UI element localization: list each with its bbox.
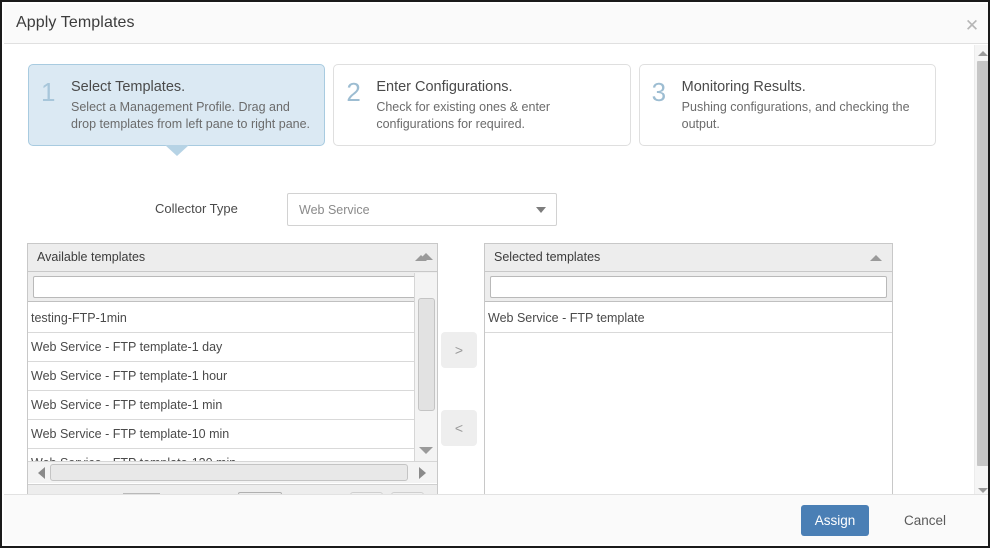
selected-templates-title: Selected templates xyxy=(494,250,601,264)
available-filter-bar xyxy=(28,272,437,302)
collector-type-label: Collector Type xyxy=(155,201,238,216)
step-wizard: 1 Select Templates. Select a Management … xyxy=(28,64,936,156)
list-item[interactable]: Web Service - FTP template-1 day xyxy=(28,333,415,362)
step-3-text: Monitoring Results. Pushing configuratio… xyxy=(678,77,921,133)
list-item[interactable]: Web Service - FTP template-1 hour xyxy=(28,362,415,391)
available-templates-horizontal-scrollbar[interactable] xyxy=(28,461,437,483)
available-templates-list[interactable]: testing-FTP-1min Web Service - FTP templ… xyxy=(28,304,415,464)
selected-filter-bar xyxy=(485,272,892,302)
dialog-titlebar: Apply Templates ✕ xyxy=(4,4,988,44)
available-templates-title: Available templates xyxy=(37,250,146,264)
step-2-title: Enter Configurations. xyxy=(376,79,513,95)
scroll-right-icon[interactable] xyxy=(411,462,433,483)
close-icon[interactable]: ✕ xyxy=(962,16,982,36)
step-1-description: Select a Management Profile. Drag and dr… xyxy=(71,100,311,131)
step-2-number: 2 xyxy=(346,77,361,107)
transfer-buttons: > < xyxy=(441,332,477,446)
dialog-scroll-thumb[interactable] xyxy=(977,61,988,466)
step-1-select-templates[interactable]: 1 Select Templates. Select a Management … xyxy=(28,64,326,156)
dialog-vertical-scrollbar[interactable] xyxy=(974,45,988,498)
list-item[interactable]: Web Service - FTP template-1 min xyxy=(28,391,415,420)
step-1-pointer-icon xyxy=(164,145,189,156)
add-to-selected-button[interactable]: > xyxy=(441,332,477,368)
dialog-footer: Assign Cancel xyxy=(4,494,988,544)
step-3-description: Pushing configurations, and checking the… xyxy=(681,100,910,131)
step-3-title: Monitoring Results. xyxy=(681,79,806,95)
step-1-text: Select Templates. Select a Management Pr… xyxy=(67,77,310,133)
scroll-up-icon[interactable] xyxy=(975,46,988,60)
step-3-monitoring-results[interactable]: 3 Monitoring Results. Pushing configurat… xyxy=(638,64,936,146)
dialog-body: 1 Select Templates. Select a Management … xyxy=(4,45,988,498)
chevron-down-icon xyxy=(536,207,546,213)
cancel-button[interactable]: Cancel xyxy=(890,505,960,536)
remove-from-selected-button[interactable]: < xyxy=(441,410,477,446)
available-templates-search-input[interactable] xyxy=(33,276,432,298)
list-item[interactable]: testing-FTP-1min xyxy=(28,304,415,333)
page-title: Apply Templates xyxy=(16,14,135,31)
collector-type-value: Web Service xyxy=(299,203,370,217)
scroll-down-icon[interactable] xyxy=(415,439,437,461)
apply-templates-dialog: Apply Templates ✕ 1 Select Templates. Se… xyxy=(0,0,990,548)
selected-templates-search-input[interactable] xyxy=(490,276,887,298)
scroll-up-icon[interactable] xyxy=(415,245,437,267)
sort-ascending-icon[interactable] xyxy=(870,255,882,261)
available-templates-pane: Available templates testing-FTP-1min Web… xyxy=(27,243,438,498)
step-2-description: Check for existing ones & enter configur… xyxy=(376,100,551,131)
list-item[interactable]: Web Service - FTP template xyxy=(485,304,892,333)
vertical-scroll-thumb[interactable] xyxy=(418,298,435,411)
step-2-text: Enter Configurations. Check for existing… xyxy=(372,77,615,133)
step-1-title: Select Templates. xyxy=(71,79,186,95)
selected-templates-header: Selected templates xyxy=(485,244,892,272)
step-1-number: 1 xyxy=(41,77,56,107)
collector-type-row: Collector Type Web Service xyxy=(28,193,568,227)
available-templates-vertical-scrollbar[interactable] xyxy=(414,252,437,463)
step-2-enter-configurations[interactable]: 2 Enter Configurations. Check for existi… xyxy=(333,64,631,146)
horizontal-scroll-thumb[interactable] xyxy=(50,464,408,481)
scroll-left-icon[interactable] xyxy=(30,462,52,483)
list-item[interactable]: Web Service - FTP template-10 min xyxy=(28,420,415,449)
step-3-number: 3 xyxy=(651,77,667,107)
available-templates-header: Available templates xyxy=(28,244,437,272)
selected-templates-pane: Selected templates Web Service - FTP tem… xyxy=(484,243,893,498)
collector-type-select[interactable]: Web Service xyxy=(287,193,557,226)
selected-templates-list[interactable]: Web Service - FTP template xyxy=(485,304,892,498)
assign-button[interactable]: Assign xyxy=(801,505,869,536)
